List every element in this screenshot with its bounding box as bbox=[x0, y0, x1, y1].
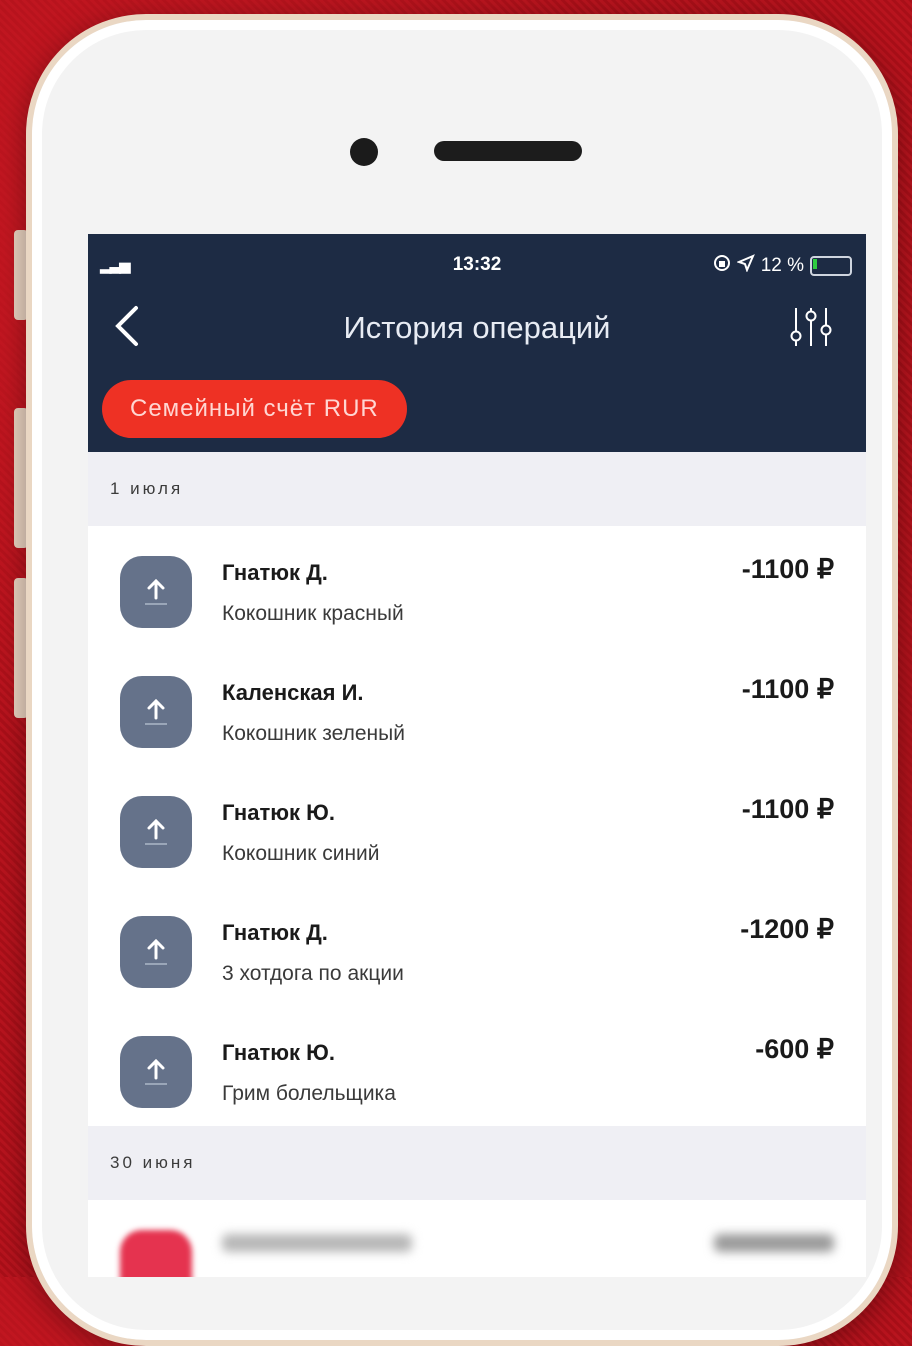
transaction-description: Кокошник синий bbox=[222, 842, 380, 865]
transaction-description: Кокошник красный bbox=[222, 602, 404, 625]
arrow-up-icon bbox=[120, 676, 192, 748]
transaction-amount: -1100 ₽ bbox=[741, 554, 834, 584]
transaction-name: Гнатюк Ю. bbox=[222, 1040, 335, 1065]
date-header: 30 июня bbox=[88, 1126, 866, 1200]
date-header: 1 июля bbox=[88, 452, 866, 526]
arrow-up-icon bbox=[120, 556, 192, 628]
app-screen: ▂▃▅ 13:32 12 % История операций Семейный… bbox=[88, 234, 866, 1277]
transaction-amount: -1200 ₽ bbox=[740, 914, 834, 944]
arrow-up-icon bbox=[120, 916, 192, 988]
status-right: 12 % bbox=[713, 254, 852, 278]
blurred-merchant-icon bbox=[120, 1230, 192, 1277]
transaction-row[interactable]: Гнатюк Ю. Грим болельщика -600 ₽ bbox=[88, 1006, 866, 1126]
battery-icon bbox=[810, 256, 852, 276]
transaction-amount: -1100 ₽ bbox=[741, 794, 834, 824]
transaction-row-blurred[interactable] bbox=[88, 1200, 866, 1277]
top-bar: ▂▃▅ 13:32 12 % История операций Семейный… bbox=[88, 234, 866, 452]
location-arrow-icon bbox=[735, 254, 755, 278]
sliders-icon bbox=[790, 308, 832, 346]
arrow-up-icon bbox=[120, 1036, 192, 1108]
battery-percent: 12 % bbox=[760, 255, 804, 276]
transaction-row[interactable]: Гнатюк Д. 3 хотдога по акции -1200 ₽ bbox=[88, 886, 866, 1006]
transaction-description: Грим болельщика bbox=[222, 1082, 396, 1105]
account-chip[interactable]: Семейный счёт RUR bbox=[102, 380, 407, 438]
transaction-name: Каленская И. bbox=[222, 680, 364, 705]
status-bar: ▂▃▅ 13:32 12 % bbox=[88, 254, 866, 284]
transaction-row[interactable]: Гнатюк Ю. Кокошник синий -1100 ₽ bbox=[88, 766, 866, 886]
blurred-transaction-name bbox=[222, 1234, 412, 1252]
nav-bar: История операций bbox=[88, 298, 866, 354]
transaction-description: 3 хотдога по акции bbox=[222, 962, 404, 985]
transaction-amount: -1100 ₽ bbox=[741, 674, 834, 704]
transaction-amount: -600 ₽ bbox=[755, 1034, 834, 1064]
filter-button[interactable] bbox=[786, 302, 836, 352]
transaction-name: Гнатюк Д. bbox=[222, 920, 328, 945]
earpiece-speaker bbox=[434, 141, 582, 161]
transaction-row[interactable]: Гнатюк Д. Кокошник красный -1100 ₽ bbox=[88, 526, 866, 646]
battery-fill bbox=[813, 259, 817, 269]
transaction-name: Гнатюк Д. bbox=[222, 560, 328, 585]
rotation-lock-icon bbox=[713, 254, 731, 278]
arrow-up-icon bbox=[120, 796, 192, 868]
page-title: История операций bbox=[343, 310, 611, 345]
front-camera bbox=[350, 138, 378, 166]
transaction-name: Гнатюк Ю. bbox=[222, 800, 335, 825]
transaction-description: Кокошник зеленый bbox=[222, 722, 405, 745]
transaction-row[interactable]: Каленская И. Кокошник зеленый -1100 ₽ bbox=[88, 646, 866, 766]
blurred-transaction-amount bbox=[714, 1234, 834, 1252]
